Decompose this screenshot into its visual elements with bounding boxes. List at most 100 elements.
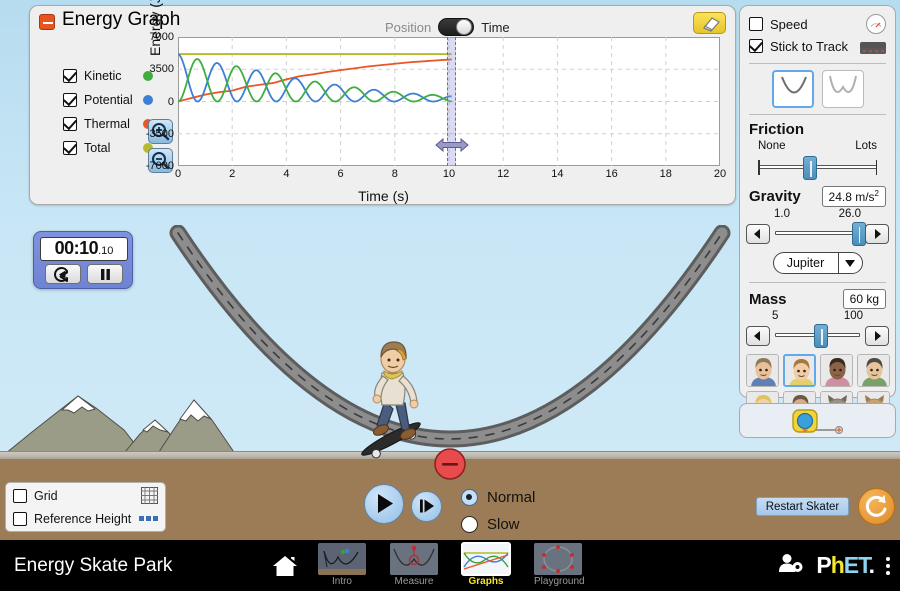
app-title: Energy Skate Park bbox=[14, 555, 173, 576]
normal-label: Normal bbox=[487, 489, 536, 506]
friction-title: Friction bbox=[749, 121, 804, 138]
phet-logo[interactable]: PhET. bbox=[816, 552, 875, 579]
potential-checkbox[interactable] bbox=[63, 93, 77, 107]
toggle-label-time: Time bbox=[481, 19, 510, 35]
mass-slider-thumb[interactable] bbox=[814, 324, 829, 348]
speedometer-icon bbox=[866, 14, 886, 34]
gravity-decrease-button[interactable] bbox=[746, 224, 770, 244]
grid-icon bbox=[141, 487, 158, 504]
mass-slider-track[interactable] bbox=[775, 324, 860, 348]
skater[interactable] bbox=[355, 335, 440, 460]
gravity-value: 24.8 m/s2 bbox=[821, 186, 886, 207]
reference-height-label: Reference Height bbox=[34, 511, 132, 526]
step-forward-button[interactable] bbox=[411, 491, 442, 522]
tab-playground[interactable]: Playground bbox=[534, 543, 585, 587]
reference-height-checkbox[interactable] bbox=[13, 511, 27, 526]
grid-row[interactable]: Grid bbox=[6, 485, 165, 506]
position-time-toggle[interactable] bbox=[438, 18, 475, 36]
collapse-icon[interactable] bbox=[39, 14, 55, 30]
speed-option-slow[interactable]: Slow bbox=[461, 511, 535, 538]
u-shape-track-button[interactable] bbox=[771, 70, 814, 108]
energy-chart[interactable] bbox=[178, 37, 720, 166]
tab-intro-thumbnail bbox=[318, 543, 366, 575]
stopwatch[interactable]: 00:10 .10 bbox=[33, 231, 133, 289]
mass-increase-button[interactable] bbox=[865, 326, 889, 346]
stopwatch-pause-button[interactable] bbox=[87, 264, 123, 284]
mass-min-label: 5 bbox=[772, 310, 779, 322]
speed-checkbox[interactable] bbox=[749, 17, 763, 31]
reset-all-button[interactable] bbox=[858, 488, 895, 525]
character-3-button[interactable] bbox=[819, 354, 853, 387]
x-tick: 2 bbox=[229, 168, 236, 180]
divider bbox=[749, 63, 886, 64]
gravity-increase-button[interactable] bbox=[865, 224, 889, 244]
stick-to-track-checkbox[interactable] bbox=[749, 39, 763, 53]
toggle-knob bbox=[456, 19, 473, 35]
slow-radio[interactable] bbox=[461, 516, 478, 533]
y-tick: 3500 bbox=[149, 63, 174, 76]
thermal-checkbox[interactable] bbox=[63, 117, 77, 131]
grid-label: Grid bbox=[34, 488, 58, 503]
x-tick: 10 bbox=[442, 168, 456, 180]
play-button[interactable] bbox=[364, 484, 404, 524]
play-icon bbox=[378, 494, 393, 513]
speed-option-normal[interactable]: Normal bbox=[461, 484, 535, 511]
track-shape-buttons bbox=[740, 70, 895, 108]
tab-playground-thumbnail bbox=[534, 543, 582, 575]
tab-graphs[interactable]: Graphs bbox=[461, 542, 511, 587]
tab-graphs-label: Graphs bbox=[468, 576, 504, 587]
x-tick: 20 bbox=[713, 168, 727, 180]
toggle-label-position: Position bbox=[385, 19, 432, 35]
gravity-max-label: 26.0 bbox=[838, 208, 861, 220]
stopwatch-fraction: .10 bbox=[98, 245, 114, 257]
friction-slider-track[interactable] bbox=[758, 156, 877, 180]
character-4-button[interactable] bbox=[856, 354, 890, 387]
skate-track[interactable] bbox=[150, 225, 750, 465]
grid-checkbox[interactable] bbox=[13, 488, 27, 503]
nav-right-group: PhET. bbox=[778, 552, 890, 579]
tab-measure-label: Measure bbox=[394, 576, 434, 587]
simulation-root: Energy Graph Position Time Kinetic Poten… bbox=[0, 0, 900, 591]
mass-decrease-button[interactable] bbox=[746, 326, 770, 346]
position-time-toggle-group: Position Time bbox=[385, 18, 510, 36]
y-tick: -3500 bbox=[145, 127, 174, 140]
tab-measure[interactable]: Measure bbox=[390, 543, 438, 587]
y-tick: 7000 bbox=[149, 31, 174, 43]
measuring-tape-icon[interactable] bbox=[787, 408, 849, 434]
dashed-track-icon bbox=[860, 42, 886, 54]
step-forward-icon bbox=[420, 499, 434, 513]
planet-dropdown[interactable]: Jupiter bbox=[772, 252, 863, 274]
slow-label: Slow bbox=[487, 516, 520, 533]
divider bbox=[749, 114, 886, 115]
friction-slider-thumb[interactable] bbox=[803, 156, 818, 180]
home-icon[interactable] bbox=[272, 554, 298, 578]
stick-to-track-row[interactable]: Stick to Track bbox=[740, 35, 895, 57]
gravity-range-labels: 1.0 26.0 bbox=[746, 208, 889, 220]
gravity-exponent: 2 bbox=[874, 189, 879, 198]
x-tick: 4 bbox=[283, 168, 290, 180]
navigation-bar: Energy Skate Park Intro Measure Graphs P… bbox=[0, 540, 900, 591]
kebab-menu-icon[interactable] bbox=[886, 556, 890, 575]
speed-checkbox-row[interactable]: Speed bbox=[740, 13, 895, 35]
eraser-icon[interactable] bbox=[693, 12, 726, 34]
measuring-tape-panel[interactable] bbox=[739, 403, 896, 438]
kinetic-checkbox[interactable] bbox=[63, 69, 77, 83]
normal-radio[interactable] bbox=[461, 489, 478, 506]
account-gear-icon[interactable] bbox=[778, 552, 804, 579]
character-2-button[interactable] bbox=[782, 354, 816, 387]
energy-graph-panel: Energy Graph Position Time Kinetic Poten… bbox=[29, 0, 736, 205]
reference-height-row[interactable]: Reference Height bbox=[6, 508, 165, 529]
x-tick: 12 bbox=[497, 168, 510, 180]
total-checkbox[interactable] bbox=[63, 141, 77, 155]
gravity-slider-track[interactable] bbox=[775, 222, 866, 246]
restart-skater-button[interactable]: Restart Skater bbox=[756, 497, 849, 516]
friction-slider-group: None Lots bbox=[740, 140, 895, 180]
character-1-button[interactable] bbox=[745, 354, 779, 387]
divider bbox=[749, 282, 886, 283]
stopwatch-reset-button[interactable] bbox=[45, 264, 81, 284]
time-cursor-handle[interactable] bbox=[434, 137, 469, 153]
w-shape-track-button[interactable] bbox=[821, 70, 864, 108]
control-panel: Speed Stick to Track Friction None Lots … bbox=[739, 5, 896, 424]
gravity-slider-thumb[interactable] bbox=[851, 222, 866, 246]
tab-intro[interactable]: Intro bbox=[318, 543, 366, 587]
